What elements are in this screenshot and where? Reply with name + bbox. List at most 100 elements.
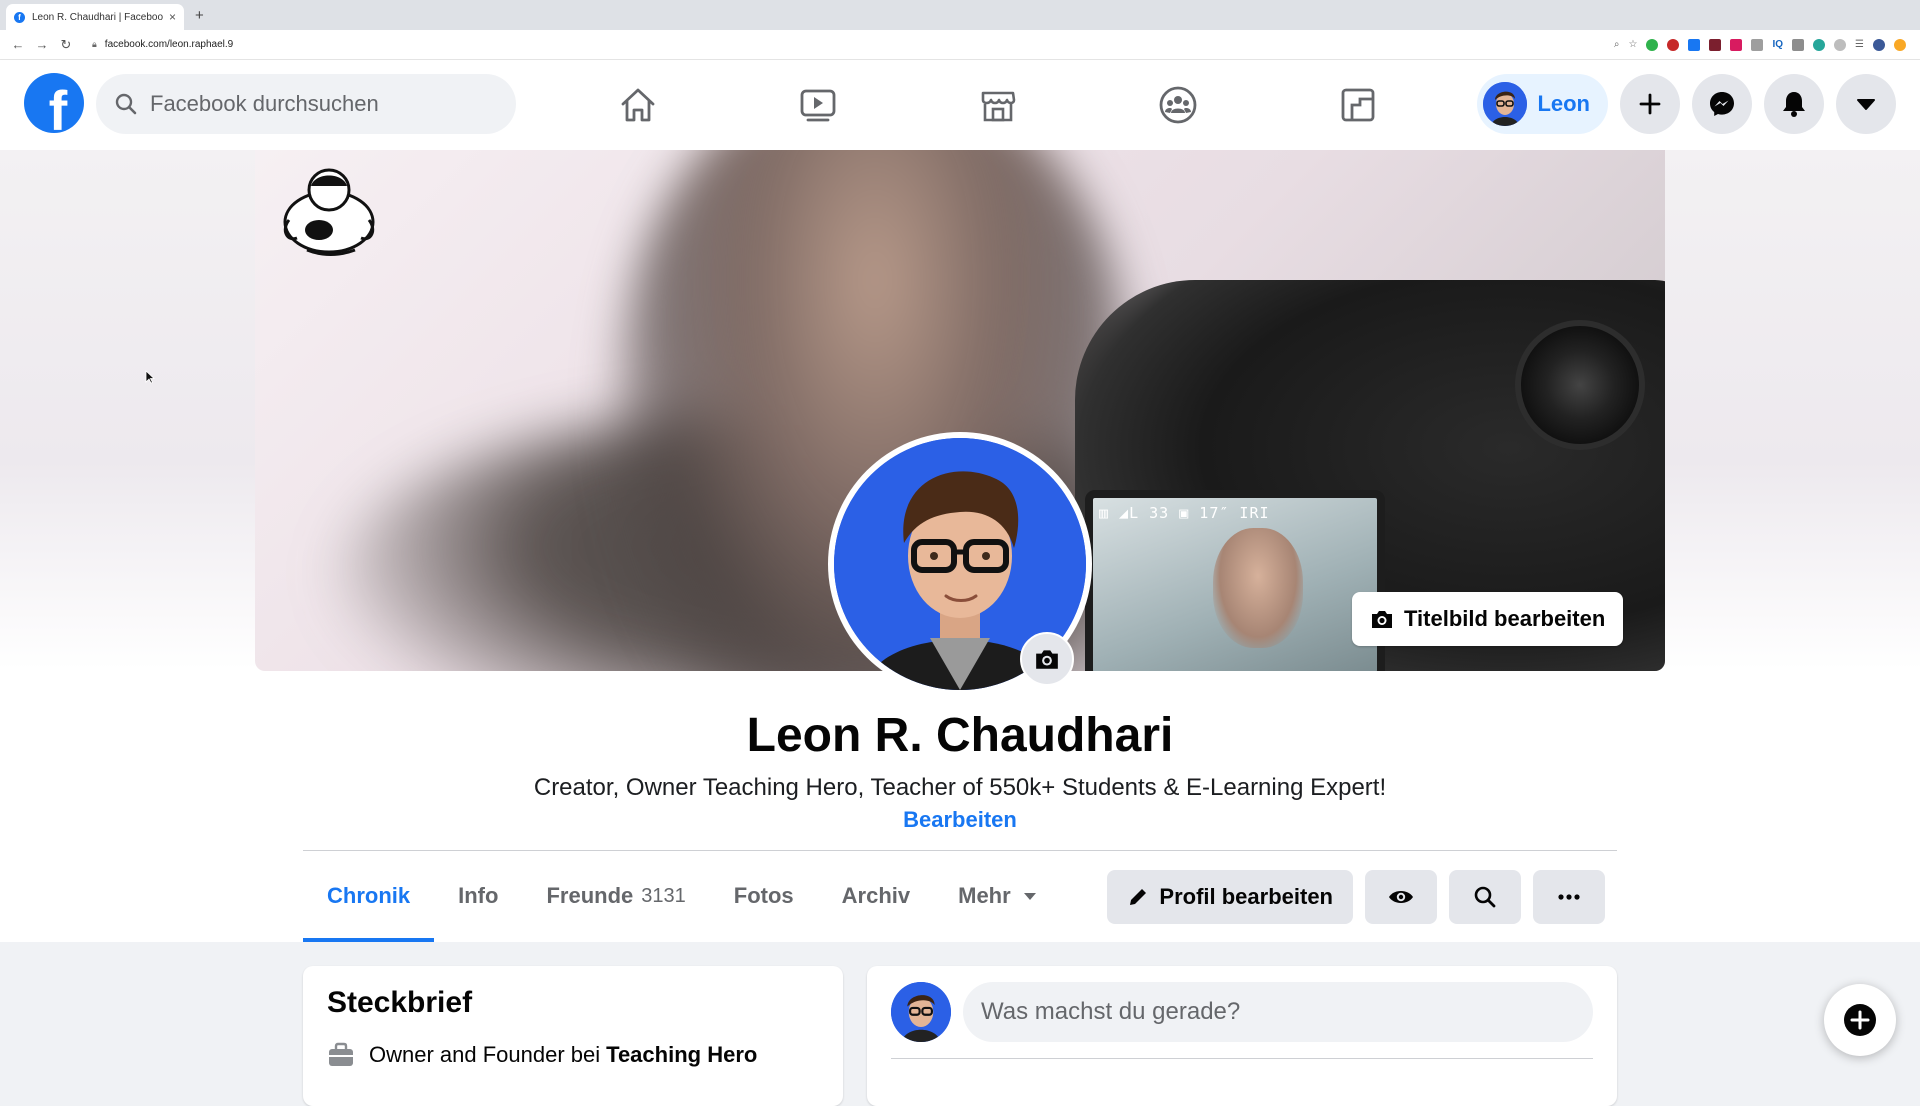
profile-picture-frame	[828, 432, 1092, 696]
tab-label: Info	[458, 883, 499, 908]
update-indicator-icon[interactable]	[1894, 38, 1906, 51]
edit-bio-link[interactable]: Bearbeiten	[903, 807, 1017, 832]
bookmark-star-icon[interactable]: ☆	[1629, 39, 1638, 51]
extension-iq-icon[interactable]: IQ	[1772, 39, 1783, 51]
home-icon	[621, 88, 655, 122]
groups-icon	[1159, 86, 1197, 124]
tab-label: Mehr	[958, 883, 1011, 908]
composer-avatar[interactable]	[891, 982, 951, 1042]
notifications-button[interactable]	[1764, 74, 1824, 134]
profile-header-section: ▥ ◢L 33 ▣ 17″ IRI Titelbild bearbeiten L…	[0, 150, 1920, 942]
close-tab-icon[interactable]: ×	[169, 10, 176, 24]
reload-icon[interactable]: ↻	[54, 37, 78, 53]
extension-maroon-icon[interactable]	[1709, 38, 1722, 51]
compose-plus-icon	[1844, 1004, 1876, 1036]
profile-tabs: Chronik Info Freunde 3131 Fotos Archiv Me…	[303, 850, 1061, 942]
extension-teal-icon[interactable]	[1813, 38, 1826, 51]
chevron-down-icon	[1023, 893, 1036, 900]
search-icon	[115, 93, 137, 115]
extension-pink-icon[interactable]	[1730, 38, 1743, 51]
edit-profile-button[interactable]: Profil bearbeiten	[1107, 870, 1353, 924]
mouse-cursor-icon	[145, 370, 155, 384]
plus-icon	[1639, 93, 1661, 115]
work-prefix: Owner and Founder bei	[369, 1042, 601, 1067]
tab-freunde[interactable]: Freunde 3131	[522, 850, 709, 942]
lock-icon: 🔒︎	[92, 39, 97, 49]
camera-icon	[1372, 611, 1392, 628]
work-info-row: Owner and Founder bei Teaching Hero	[327, 1042, 819, 1068]
profile-shortcut[interactable]: Leon	[1477, 74, 1608, 134]
tab-chronik[interactable]: Chronik	[303, 850, 435, 942]
chevron-down-icon	[1857, 99, 1875, 110]
messenger-icon	[1710, 92, 1734, 116]
extension-green-icon[interactable]	[1646, 38, 1659, 51]
nav-marketplace[interactable]	[908, 60, 1088, 150]
nav-gaming[interactable]	[1268, 60, 1448, 150]
friends-count: 3131	[641, 884, 686, 907]
post-composer-card	[867, 966, 1617, 1106]
status-input[interactable]	[963, 982, 1593, 1042]
edit-bio-container: Bearbeiten	[0, 807, 1920, 833]
tab-info[interactable]: Info	[434, 850, 522, 942]
tab-label: Freunde	[546, 883, 634, 908]
notifications-icon	[1783, 92, 1805, 117]
extension-globe-icon[interactable]	[1834, 38, 1847, 51]
tab-fotos[interactable]: Fotos	[710, 850, 818, 942]
search-profile-button[interactable]	[1449, 870, 1521, 924]
camera-icon	[1036, 650, 1058, 669]
forward-icon[interactable]: →	[30, 37, 54, 52]
search-field[interactable]	[96, 74, 516, 134]
new-message-button[interactable]	[1824, 984, 1896, 1056]
zoom-icon[interactable]: ⌕	[1614, 39, 1620, 51]
main-navigation	[548, 60, 1448, 150]
extension-doc-icon[interactable]	[1792, 38, 1805, 51]
tab-label: Fotos	[733, 883, 794, 908]
more-options-button[interactable]	[1533, 870, 1605, 924]
browser-profile-avatar[interactable]	[1873, 38, 1885, 51]
messenger-button[interactable]	[1692, 74, 1752, 134]
profile-actions: Profil bearbeiten	[1107, 870, 1605, 924]
browser-tabstrip: f Leon R. Chaudhari | Facebook × +	[0, 0, 1920, 30]
view-as-button[interactable]	[1365, 870, 1437, 924]
marketplace-icon	[981, 91, 1016, 122]
camera-screen-overlay: ▥ ◢L 33 ▣ 17″ IRI	[1099, 504, 1270, 522]
browser-tab[interactable]: f Leon R. Chaudhari | Facebook ×	[6, 4, 184, 30]
update-profile-picture-button[interactable]	[1020, 632, 1074, 686]
eye-icon	[1389, 891, 1413, 903]
tab-archiv[interactable]: Archiv	[818, 850, 934, 942]
browser-tab-title: Leon R. Chaudhari | Facebook	[32, 11, 163, 23]
extension-gray-icon[interactable]	[1751, 38, 1764, 51]
nav-watch[interactable]	[728, 60, 908, 150]
new-tab-button[interactable]: +	[195, 7, 204, 24]
edit-cover-photo-button[interactable]: Titelbild bearbeiten	[1352, 592, 1624, 646]
back-icon[interactable]: ←	[6, 37, 30, 52]
profile-bio: Creator, Owner Teaching Hero, Teacher of…	[533, 774, 1387, 801]
nav-home[interactable]	[548, 60, 728, 150]
tab-label: Chronik	[327, 883, 411, 908]
profile-name: Leon R. Chaudhari	[746, 709, 1174, 762]
url-field[interactable]: 🔒︎ facebook.com/leon.raphael.9	[92, 34, 1614, 56]
address-bar: ← → ↻ 🔒︎ facebook.com/leon.raphael.9 ⌕ ☆…	[0, 30, 1920, 60]
watch-icon	[800, 89, 836, 122]
search-icon	[1474, 886, 1496, 908]
cover-camera-screen: ▥ ◢L 33 ▣ 17″ IRI	[1085, 490, 1385, 671]
reading-list-icon[interactable]: ☰	[1855, 39, 1864, 51]
tab-mehr[interactable]: Mehr	[934, 850, 1061, 942]
nav-groups[interactable]	[1088, 60, 1268, 150]
teaching-hero-mascot-logo	[283, 168, 375, 256]
facebook-logo[interactable]: f	[24, 73, 84, 133]
extension-facebook-icon[interactable]	[1688, 38, 1701, 51]
extensions-bar: ⌕ ☆ IQ ☰	[1614, 38, 1906, 51]
work-company-link[interactable]: Teaching Hero	[606, 1042, 757, 1068]
cover-camera-viewfinder	[1515, 320, 1645, 450]
search-input[interactable]	[150, 91, 470, 117]
gaming-icon	[1341, 88, 1375, 122]
extension-red-icon[interactable]	[1667, 38, 1680, 51]
steckbrief-title: Steckbrief	[327, 986, 473, 1019]
create-button[interactable]	[1620, 74, 1680, 134]
briefcase-icon	[329, 1042, 353, 1066]
header-avatar	[1483, 82, 1528, 126]
account-menu-button[interactable]	[1836, 74, 1896, 134]
more-dots-icon	[1558, 894, 1580, 900]
tab-label: Archiv	[841, 883, 911, 908]
